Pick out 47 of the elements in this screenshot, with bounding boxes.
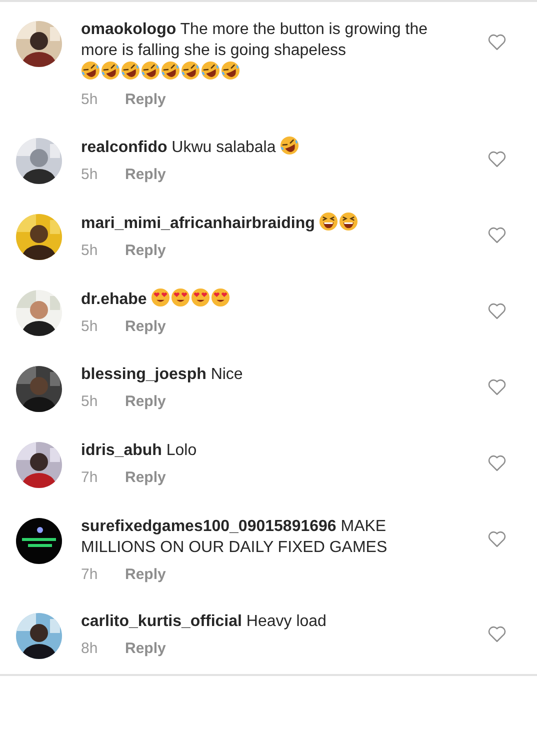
laughing-emoji-icon <box>81 61 100 80</box>
laughing-emoji-icon <box>181 61 200 80</box>
laughing-emoji-icon <box>221 61 240 80</box>
reply-button[interactable]: Reply <box>125 318 166 335</box>
reply-button[interactable]: Reply <box>125 166 166 183</box>
timestamp: 5h <box>81 318 99 335</box>
reply-button[interactable]: Reply <box>125 91 166 108</box>
laughing-emoji-icon <box>280 136 300 155</box>
comment-text: omaokologo The more the button is growing the more is falling she is going shapeless <box>81 20 429 61</box>
heart-icon[interactable] <box>487 625 507 643</box>
timestamp: 7h <box>81 566 99 583</box>
heart-icon[interactable] <box>487 150 507 168</box>
heart-eyes-emoji-icon <box>151 288 170 307</box>
reply-button[interactable]: Reply <box>125 469 166 486</box>
heart-icon[interactable] <box>487 33 507 51</box>
heart-icon[interactable] <box>487 378 507 396</box>
username-link[interactable]: mari_mimi_africanhairbraiding <box>81 215 315 232</box>
heart-eyes-emoji-icon <box>191 288 210 307</box>
comment-text: carlito_kurtis_official Heavy load <box>81 612 326 632</box>
heart-icon[interactable] <box>487 454 507 472</box>
reply-button[interactable]: Reply <box>125 393 166 410</box>
timestamp: 5h <box>81 166 99 183</box>
heart-icon[interactable] <box>487 226 507 244</box>
comment-text: surefixedgames100_09015891696 MAKE MILLIONS ON OUR DAILY FIXED GAMES <box>81 517 388 558</box>
laughing-emoji-icon <box>101 61 120 80</box>
reply-button[interactable]: Reply <box>125 242 166 259</box>
laughing-emoji-icon <box>201 61 220 80</box>
laughing-emoji-icon <box>161 61 180 80</box>
comment-text: idris_abuh Lolo <box>81 441 197 461</box>
comment-text: blessing_joesph Nice <box>81 365 243 385</box>
heart-eyes-emoji-icon <box>171 288 190 307</box>
comment-text: realconfido Ukwu salabala <box>81 138 276 158</box>
heart-icon[interactable] <box>487 302 507 320</box>
timestamp: 8h <box>81 640 99 657</box>
heart-eyes-emoji-icon <box>211 288 230 307</box>
laughing-emoji-icon <box>141 61 160 80</box>
grinning-emoji-icon <box>319 212 338 231</box>
reply-button[interactable]: Reply <box>125 566 166 583</box>
laughing-emoji-icon <box>121 61 140 80</box>
heart-icon[interactable] <box>487 530 507 548</box>
reply-button[interactable]: Reply <box>125 640 166 657</box>
timestamp: 5h <box>81 91 99 108</box>
username-link[interactable]: dr.ehabe <box>81 291 147 308</box>
grinning-emoji-icon <box>339 212 358 231</box>
timestamp: 5h <box>81 242 99 259</box>
timestamp: 7h <box>81 469 99 486</box>
timestamp: 5h <box>81 393 99 410</box>
